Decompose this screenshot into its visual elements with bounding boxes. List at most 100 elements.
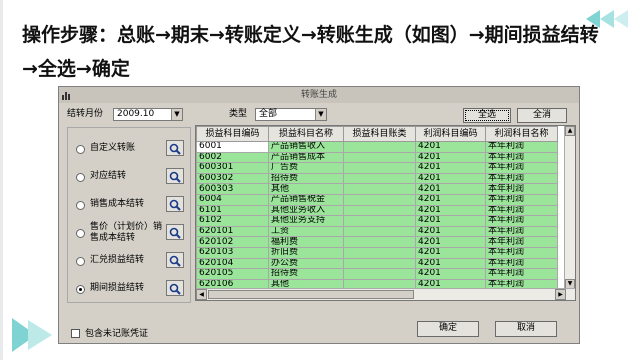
table-row[interactable]: 6002 产品销售成本 4201 本年利润 [196,151,558,164]
option-label: 汇兑损益结转 [90,255,145,265]
option-sales-cost-transfer[interactable]: 销售成本结转 [76,196,188,220]
cell: 4201 [415,204,486,217]
cell [343,246,416,259]
cell: 4201 [415,225,486,238]
option-label: 自定义转账 [90,143,136,153]
option-corresponding-transfer[interactable]: 对应结转 [76,168,188,192]
cell: 产品销售税金 [268,193,344,206]
cell: 产品销售成本 [268,151,344,164]
transfer-table: 损益科目编码 损益科目名称 损益科目账类 利润科目编码 利润科目名称 6001 产… [195,125,576,301]
table-row[interactable]: 6102 其他业务支持 4201 本年利润 [196,215,558,227]
clear-all-button[interactable]: 全消 [517,108,567,123]
magnifier-icon[interactable] [166,252,184,268]
cell [343,236,416,248]
table-row[interactable]: 600301 广告费 4201 本年利润 [196,162,558,174]
option-period-pl-transfer[interactable]: 期间损益结转 [76,280,188,304]
table-row[interactable]: 600302 招待费 4201 本年利润 [196,172,558,185]
cell: 620101 [196,225,269,238]
cell [343,183,416,195]
cell: 4201 [415,236,486,248]
radio-corresponding-transfer[interactable] [76,173,85,182]
cell: 本年利润 [485,236,558,248]
scroll-left-icon[interactable]: ◀ [196,289,207,300]
radio-exchange-gain-transfer[interactable] [76,257,85,266]
cell [343,172,416,185]
select-all-button[interactable]: 全选 [463,108,511,123]
radio-sales-cost-transfer[interactable] [76,201,85,210]
column-header[interactable]: 利润科目名称 [485,126,558,142]
cell: 其他业务支持 [268,215,344,227]
table-header-row: 损益科目编码 损益科目名称 损益科目账类 利润科目编码 利润科目名称 [196,126,558,142]
radio-custom-transfer[interactable] [76,145,85,154]
cell: 广告费 [268,162,344,174]
column-header[interactable]: 利润科目编码 [415,126,486,142]
radio-period-pl-transfer[interactable] [76,285,85,294]
cell: 本年利润 [485,215,558,227]
cell [343,193,416,206]
cell: 本年利润 [485,268,558,280]
cell: 4201 [415,141,486,153]
cell [343,215,416,227]
table-row[interactable]: 620104 办公费 4201 本年利润 [196,257,558,270]
cell: 4201 [415,193,486,206]
ok-button[interactable]: 确定 [417,321,479,337]
table-row[interactable]: 620105 招待费 4201 本年利润 [196,268,558,280]
transfer-generate-dialog: 转账生成 结转月份 2009.10 ▼ 类型 全部 ▼ 全选 全消 自定义转账 [58,86,580,344]
vertical-scrollbar[interactable]: ▲ ▼ [564,126,575,289]
cell: 折旧费 [268,246,344,259]
table-row[interactable]: 600303 其他 4201 本年利润 [196,183,558,195]
period-label: 结转月份 [67,109,104,119]
option-custom-transfer[interactable]: 自定义转账 [76,140,188,164]
cell: 4201 [415,151,486,164]
transfer-type-panel: 自定义转账 对应结转 销售成本结转 售价（计划价）销售成本结转 汇兑损益结转 期… [67,127,191,303]
magnifier-icon[interactable] [166,224,184,240]
magnifier-icon[interactable] [166,280,184,296]
cell: 6001 [196,141,269,153]
cell: 600303 [196,183,269,195]
option-label: 对应结转 [90,171,127,181]
cell: 其他业务收入 [268,204,344,217]
period-value: 2009.10 [117,109,155,119]
scroll-thumb[interactable] [208,290,414,299]
cell: 本年利润 [485,172,558,185]
cell: 4201 [415,268,486,280]
cell: 6004 [196,193,269,206]
table-row[interactable]: 620103 折旧费 4201 本年利润 [196,246,558,259]
table-row[interactable]: 6004 产品销售税金 4201 本年利润 [196,193,558,206]
table-row[interactable]: 620102 福利费 4201 本年利润 [196,236,558,248]
option-planned-price-transfer[interactable]: 售价（计划价）销售成本结转 [76,222,188,248]
cell: 本年利润 [485,257,558,270]
dialog-title: 转账生成 [59,87,579,103]
magnifier-icon[interactable] [166,140,184,156]
page-heading: 操作步骤：总账→期末→转账定义→转账生成（如图）→期间损益结转→全选→确定 [22,24,599,80]
magnifier-icon[interactable] [166,196,184,212]
option-label: 期间损益结转 [90,283,145,293]
cell: 6101 [196,204,269,217]
cell: 620103 [196,246,269,259]
column-header[interactable]: 损益科目账类 [343,126,416,142]
column-header[interactable]: 损益科目编码 [196,126,269,142]
cell: 620102 [196,236,269,248]
column-header[interactable]: 损益科目名称 [268,126,344,142]
magnifier-icon[interactable] [166,168,184,184]
cell: 产品销售收入 [268,141,344,153]
type-select[interactable]: 全部 ▼ [255,108,327,121]
cell: 4201 [415,215,486,227]
table-row[interactable]: 620101 工资 4201 本年利润 [196,225,558,238]
cell [343,257,416,270]
radio-planned-price-transfer[interactable] [76,229,85,238]
cell: 620105 [196,268,269,280]
cell: 4201 [415,246,486,259]
period-select[interactable]: 2009.10 ▼ [113,108,183,121]
cancel-button[interactable]: 取消 [495,321,557,337]
cell [343,141,416,153]
scroll-right-icon[interactable]: ▶ [555,289,566,300]
cell: 4201 [415,257,486,270]
include-unposted-checkbox[interactable] [71,329,80,338]
option-exchange-gain-transfer[interactable]: 汇兑损益结转 [76,252,188,276]
table-row[interactable]: 6101 其他业务收入 4201 本年利润 [196,204,558,217]
table-row[interactable]: 6001 产品销售收入 4201 本年利润 [196,141,558,153]
cell: 招待费 [268,268,344,280]
scroll-up-icon[interactable]: ▲ [565,126,575,136]
horizontal-scrollbar[interactable]: ◀ ▶ [196,288,575,300]
